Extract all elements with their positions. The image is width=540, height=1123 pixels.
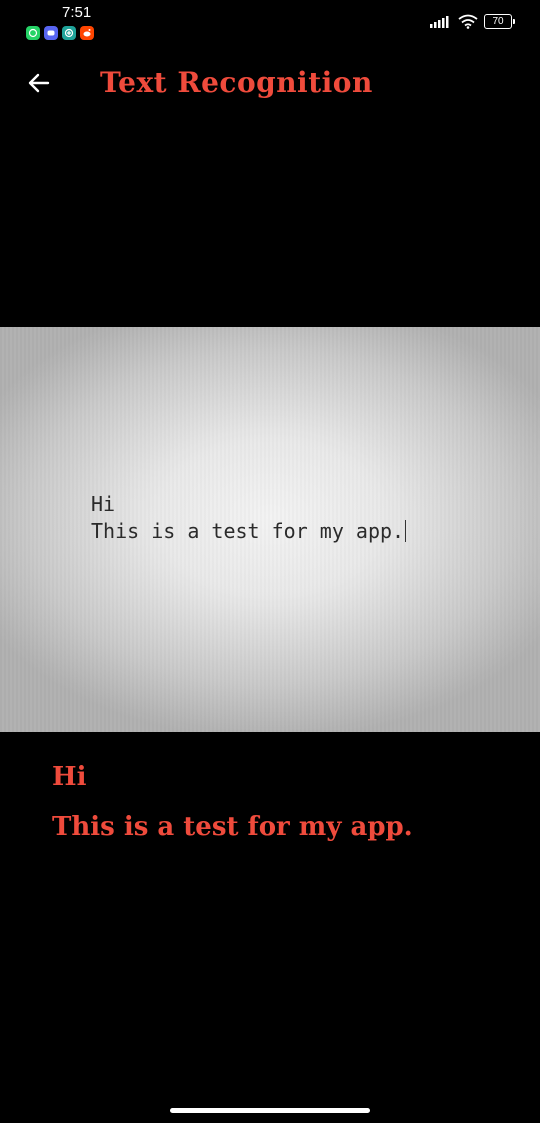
recognized-text: Hi This is a test for my app. [52,752,413,852]
status-time: 7:51 [62,4,92,21]
reddit-icon [80,26,94,40]
home-indicator[interactable] [170,1108,370,1113]
image-text-line-2: This is a test for my app. [91,519,405,543]
messenger-icon [62,26,76,40]
whatsapp-icon [26,26,40,40]
page-title: Text Recognition [100,66,373,99]
battery-indicator: 70 [484,14,515,29]
app-bar: Text Recognition [0,56,540,112]
recognized-text-line-2: This is a test for my app. [52,812,413,842]
image-text-line-1: Hi [91,492,116,516]
text-cursor [405,520,407,542]
image-text: Hi This is a test for my app. [91,491,407,545]
captured-image: Hi This is a test for my app. [0,327,540,732]
system-icons: 70 [430,14,515,29]
recognized-text-line-1: Hi [52,762,87,792]
discord-icon [44,26,58,40]
status-bar: 7:51 70 [0,0,540,48]
signal-icon [430,15,449,28]
notification-icons [26,26,94,40]
wifi-icon [458,14,478,29]
arrow-left-icon [28,73,50,93]
back-button[interactable] [24,68,54,98]
